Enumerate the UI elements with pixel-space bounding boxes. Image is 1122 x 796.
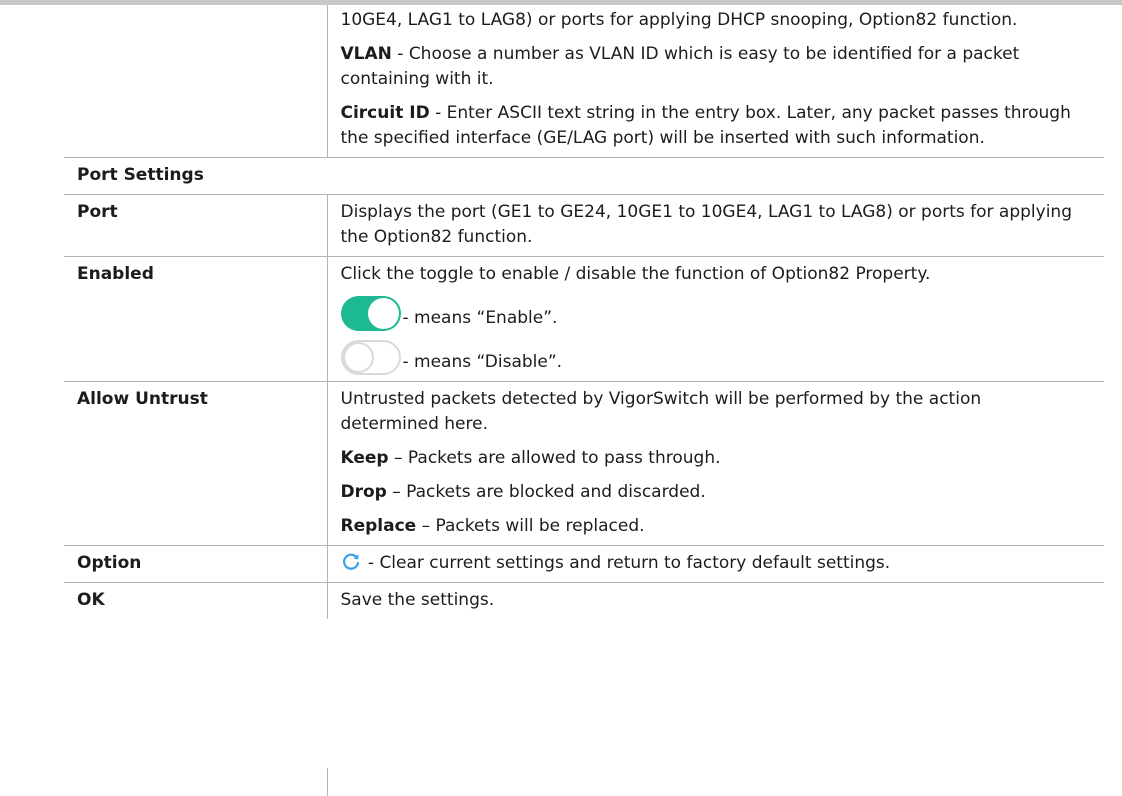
ok-label: OK [64, 582, 328, 619]
option-meaning: - Clear current settings and return to f… [362, 553, 891, 573]
interface-text: 10GE4, LAG1 to LAG8) or ports for applyi… [340, 10, 1018, 30]
column-divider-tail [327, 768, 328, 796]
enable-toggle-line: - means “Enable”. [340, 296, 1083, 331]
keep-description: – Packets are allowed to pass through. [388, 448, 721, 468]
interface-row-continued: 10GE4, LAG1 to LAG8) or ports for applyi… [64, 5, 1104, 158]
settings-table: 10GE4, LAG1 to LAG8) or ports for applyi… [64, 5, 1104, 619]
enable-meaning: - means “Enable”. [402, 308, 558, 328]
toggle-off-icon [340, 340, 401, 375]
enabled-row: Enabled Click the toggle to enable / dis… [64, 256, 1104, 382]
allow-untrust-label: Allow Untrust [64, 381, 328, 546]
circuit-id-text: Circuit ID - Enter ASCII text string in … [341, 101, 1083, 151]
enabled-label: Enabled [64, 256, 328, 382]
enabled-description: Click the toggle to enable / disable the… [327, 256, 1104, 382]
interface-label-cell [64, 5, 328, 158]
toggle-on-icon [340, 296, 401, 331]
replace-term: Replace [340, 516, 417, 536]
interface-desc-cell: 10GE4, LAG1 to LAG8) or ports for applyi… [327, 5, 1104, 158]
port-text: Displays the port (GE1 to GE24, 10GE1 to… [340, 202, 1073, 247]
ok-text: Save the settings. [340, 590, 495, 610]
keep-text: Keep – Packets are allowed to pass throu… [341, 446, 1083, 471]
drop-term: Drop [340, 482, 387, 502]
allow-untrust-description: Untrusted packets detected by VigorSwitc… [327, 381, 1104, 546]
port-label: Port [64, 194, 328, 257]
option-text: - Clear current settings and return to f… [341, 551, 1083, 576]
section-heading: Port Settings [64, 157, 1104, 195]
option-description: - Clear current settings and return to f… [327, 545, 1104, 583]
keep-term: Keep [340, 448, 389, 468]
vlan-description: - Choose a number as VLAN ID which is ea… [340, 44, 1020, 89]
refresh-icon [342, 553, 359, 570]
enabled-text: Click the toggle to enable / disable the… [340, 264, 931, 284]
replace-description: – Packets will be replaced. [416, 516, 645, 536]
circuit-id-term: Circuit ID [340, 103, 430, 123]
ok-description: Save the settings. [327, 582, 1104, 619]
drop-text: Drop – Packets are blocked and discarded… [341, 480, 1083, 505]
ok-row: OK Save the settings. [64, 582, 1104, 619]
option-row: Option - Clear current settings and retu… [64, 545, 1104, 583]
port-description: Displays the port (GE1 to GE24, 10GE1 to… [327, 194, 1104, 257]
drop-description: – Packets are blocked and discarded. [386, 482, 706, 502]
port-row: Port Displays the port (GE1 to GE24, 10G… [64, 194, 1104, 257]
allow-untrust-row: Allow Untrust Untrusted packets detected… [64, 381, 1104, 546]
disable-meaning: - means “Disable”. [402, 352, 563, 372]
allow-untrust-text: Untrusted packets detected by VigorSwitc… [340, 389, 982, 434]
disable-toggle-line: - means “Disable”. [340, 340, 1083, 375]
replace-text: Replace – Packets will be replaced. [341, 514, 1083, 539]
circuit-id-description: - Enter ASCII text string in the entry b… [340, 103, 1071, 148]
section-port-settings: Port Settings [64, 157, 1104, 195]
option-label: Option [64, 545, 328, 583]
vlan-term: VLAN [340, 44, 392, 64]
vlan-text: VLAN - Choose a number as VLAN ID which … [341, 42, 1083, 92]
